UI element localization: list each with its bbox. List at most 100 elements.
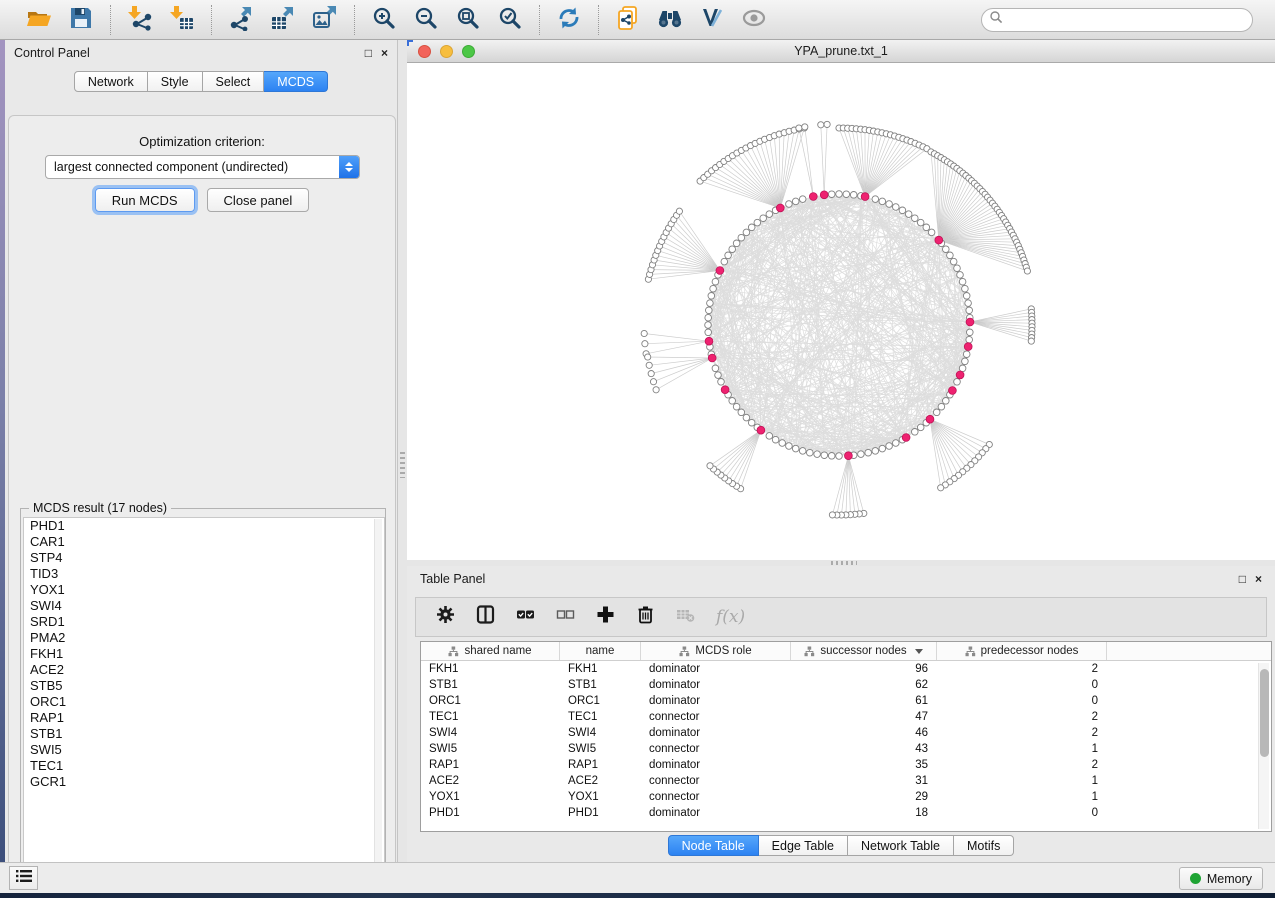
deselect-all-button[interactable]: [556, 605, 575, 629]
column-header-mcds-role[interactable]: MCDS role: [641, 642, 791, 660]
table-scrollbar-thumb[interactable]: [1260, 669, 1269, 757]
close-panel-button[interactable]: Close panel: [207, 188, 310, 212]
splitter-grip-icon: [400, 452, 405, 478]
mcds-result-list[interactable]: PHD1CAR1STP4TID3YOX1SWI4SRD1PMA2FKH1ACE2…: [23, 517, 385, 877]
task-history-button[interactable]: [9, 866, 38, 890]
vertical-splitter[interactable]: [398, 40, 407, 862]
find-button[interactable]: [653, 4, 687, 36]
list-item[interactable]: STB1: [24, 726, 384, 742]
zoom-out-button[interactable]: [409, 4, 443, 36]
column-header-predecessor-nodes[interactable]: predecessor nodes: [937, 642, 1107, 660]
cell-shared-name: SWI5: [421, 741, 560, 757]
list-item[interactable]: ORC1: [24, 694, 384, 710]
criterion-dropdown[interactable]: largest connected component (undirected): [45, 155, 360, 179]
list-item[interactable]: TID3: [24, 566, 384, 582]
list-item[interactable]: ACE2: [24, 662, 384, 678]
plus-icon: [596, 605, 615, 629]
tab-edge-table[interactable]: Edge Table: [759, 835, 848, 856]
export-network-button[interactable]: [224, 4, 258, 36]
list-item[interactable]: STP4: [24, 550, 384, 566]
cell-mcds-role: connector: [641, 709, 791, 725]
tab-select[interactable]: Select: [203, 71, 265, 92]
export-image-button[interactable]: [308, 4, 342, 36]
open-session-button[interactable]: [22, 4, 56, 36]
delete-table-icon: [676, 605, 695, 629]
delete-column-button[interactable]: [636, 605, 655, 629]
column-header-successor-nodes[interactable]: successor nodes: [791, 642, 937, 660]
list-item[interactable]: YOX1: [24, 582, 384, 598]
table-settings-button[interactable]: [436, 605, 455, 629]
list-item[interactable]: CAR1: [24, 534, 384, 550]
zoom-fit-button[interactable]: [451, 4, 485, 36]
table-row[interactable]: ACE2ACE2connector311: [421, 773, 1271, 789]
list-item[interactable]: RAP1: [24, 710, 384, 726]
tab-node-table[interactable]: Node Table: [668, 835, 759, 856]
tab-motifs[interactable]: Motifs: [954, 835, 1014, 856]
add-column-button[interactable]: [596, 605, 615, 629]
graphics-details-button[interactable]: [737, 4, 771, 36]
cell-mcds-role: dominator: [641, 677, 791, 693]
table-row[interactable]: ORC1ORC1dominator610: [421, 693, 1271, 709]
table-row[interactable]: SWI4SWI4dominator462: [421, 725, 1271, 741]
table-row[interactable]: FKH1FKH1dominator962: [421, 661, 1271, 677]
close-panel-icon[interactable]: ×: [381, 47, 388, 59]
save-session-button[interactable]: [64, 4, 98, 36]
memory-button[interactable]: Memory: [1179, 867, 1263, 890]
tab-style[interactable]: Style: [148, 71, 203, 92]
tab-network[interactable]: Network: [74, 71, 148, 92]
cell-successor-nodes: 29: [791, 789, 937, 805]
toggle-style-button[interactable]: [695, 4, 729, 36]
attribute-icon: [965, 646, 976, 657]
table-row[interactable]: RAP1RAP1dominator352: [421, 757, 1271, 773]
zoom-selected-button[interactable]: [493, 4, 527, 36]
list-item[interactable]: SWI4: [24, 598, 384, 614]
table-row[interactable]: PHD1PHD1dominator180: [421, 805, 1271, 821]
table-row[interactable]: TEC1TEC1connector472: [421, 709, 1271, 725]
search-input[interactable]: [1003, 11, 1252, 29]
table-panel-title: Table Panel: [420, 572, 485, 586]
list-item[interactable]: SWI5: [24, 742, 384, 758]
list-item[interactable]: PHD1: [24, 518, 384, 534]
list-item[interactable]: GCR1: [24, 774, 384, 790]
cell-mcds-role: connector: [641, 773, 791, 789]
float-panel-icon[interactable]: □: [365, 47, 372, 59]
export-table-icon: [270, 5, 296, 34]
list-item[interactable]: TEC1: [24, 758, 384, 774]
import-table-button[interactable]: [165, 4, 199, 36]
list-item[interactable]: PMA2: [24, 630, 384, 646]
cell-shared-name: FKH1: [421, 661, 560, 677]
search-field[interactable]: [981, 8, 1253, 32]
select-all-button[interactable]: [516, 605, 535, 629]
table-row[interactable]: SWI5SWI5connector431: [421, 741, 1271, 757]
close-panel-icon[interactable]: ×: [1255, 573, 1262, 585]
tab-network-table[interactable]: Network Table: [848, 835, 954, 856]
table-row[interactable]: YOX1YOX1connector291: [421, 789, 1271, 805]
float-panel-icon[interactable]: □: [1239, 573, 1246, 585]
mcds-list-scrollbar[interactable]: [374, 519, 382, 875]
cell-name: ORC1: [560, 693, 641, 709]
export-table-button[interactable]: [266, 4, 300, 36]
list-item[interactable]: STB5: [24, 678, 384, 694]
table-scrollbar[interactable]: [1258, 663, 1269, 829]
show-columns-button[interactable]: [476, 605, 495, 629]
run-mcds-button[interactable]: Run MCDS: [95, 188, 195, 212]
clone-network-button[interactable]: [611, 4, 645, 36]
network-canvas[interactable]: [407, 63, 1275, 560]
network-title-bar[interactable]: YPA_prune.txt_1: [407, 40, 1275, 63]
function-builder-button[interactable]: f(x): [716, 607, 745, 627]
fx-icon: f(x): [716, 607, 745, 627]
column-header-shared-name[interactable]: shared name: [421, 642, 560, 660]
zoom-in-button[interactable]: [367, 4, 401, 36]
column-header-name[interactable]: name: [560, 642, 641, 660]
list-item[interactable]: FKH1: [24, 646, 384, 662]
column-header-filler: [1107, 642, 1271, 660]
apply-layout-button[interactable]: [552, 4, 586, 36]
table-row[interactable]: STB1STB1dominator620: [421, 677, 1271, 693]
cell-filler: [1107, 661, 1271, 677]
import-network-button[interactable]: [123, 4, 157, 36]
zoom-fit-icon: [455, 5, 481, 34]
tab-mcds[interactable]: MCDS: [264, 71, 328, 92]
list-item[interactable]: SRD1: [24, 614, 384, 630]
cell-predecessor-nodes: 0: [937, 677, 1107, 693]
delete-table-button[interactable]: [676, 605, 695, 629]
